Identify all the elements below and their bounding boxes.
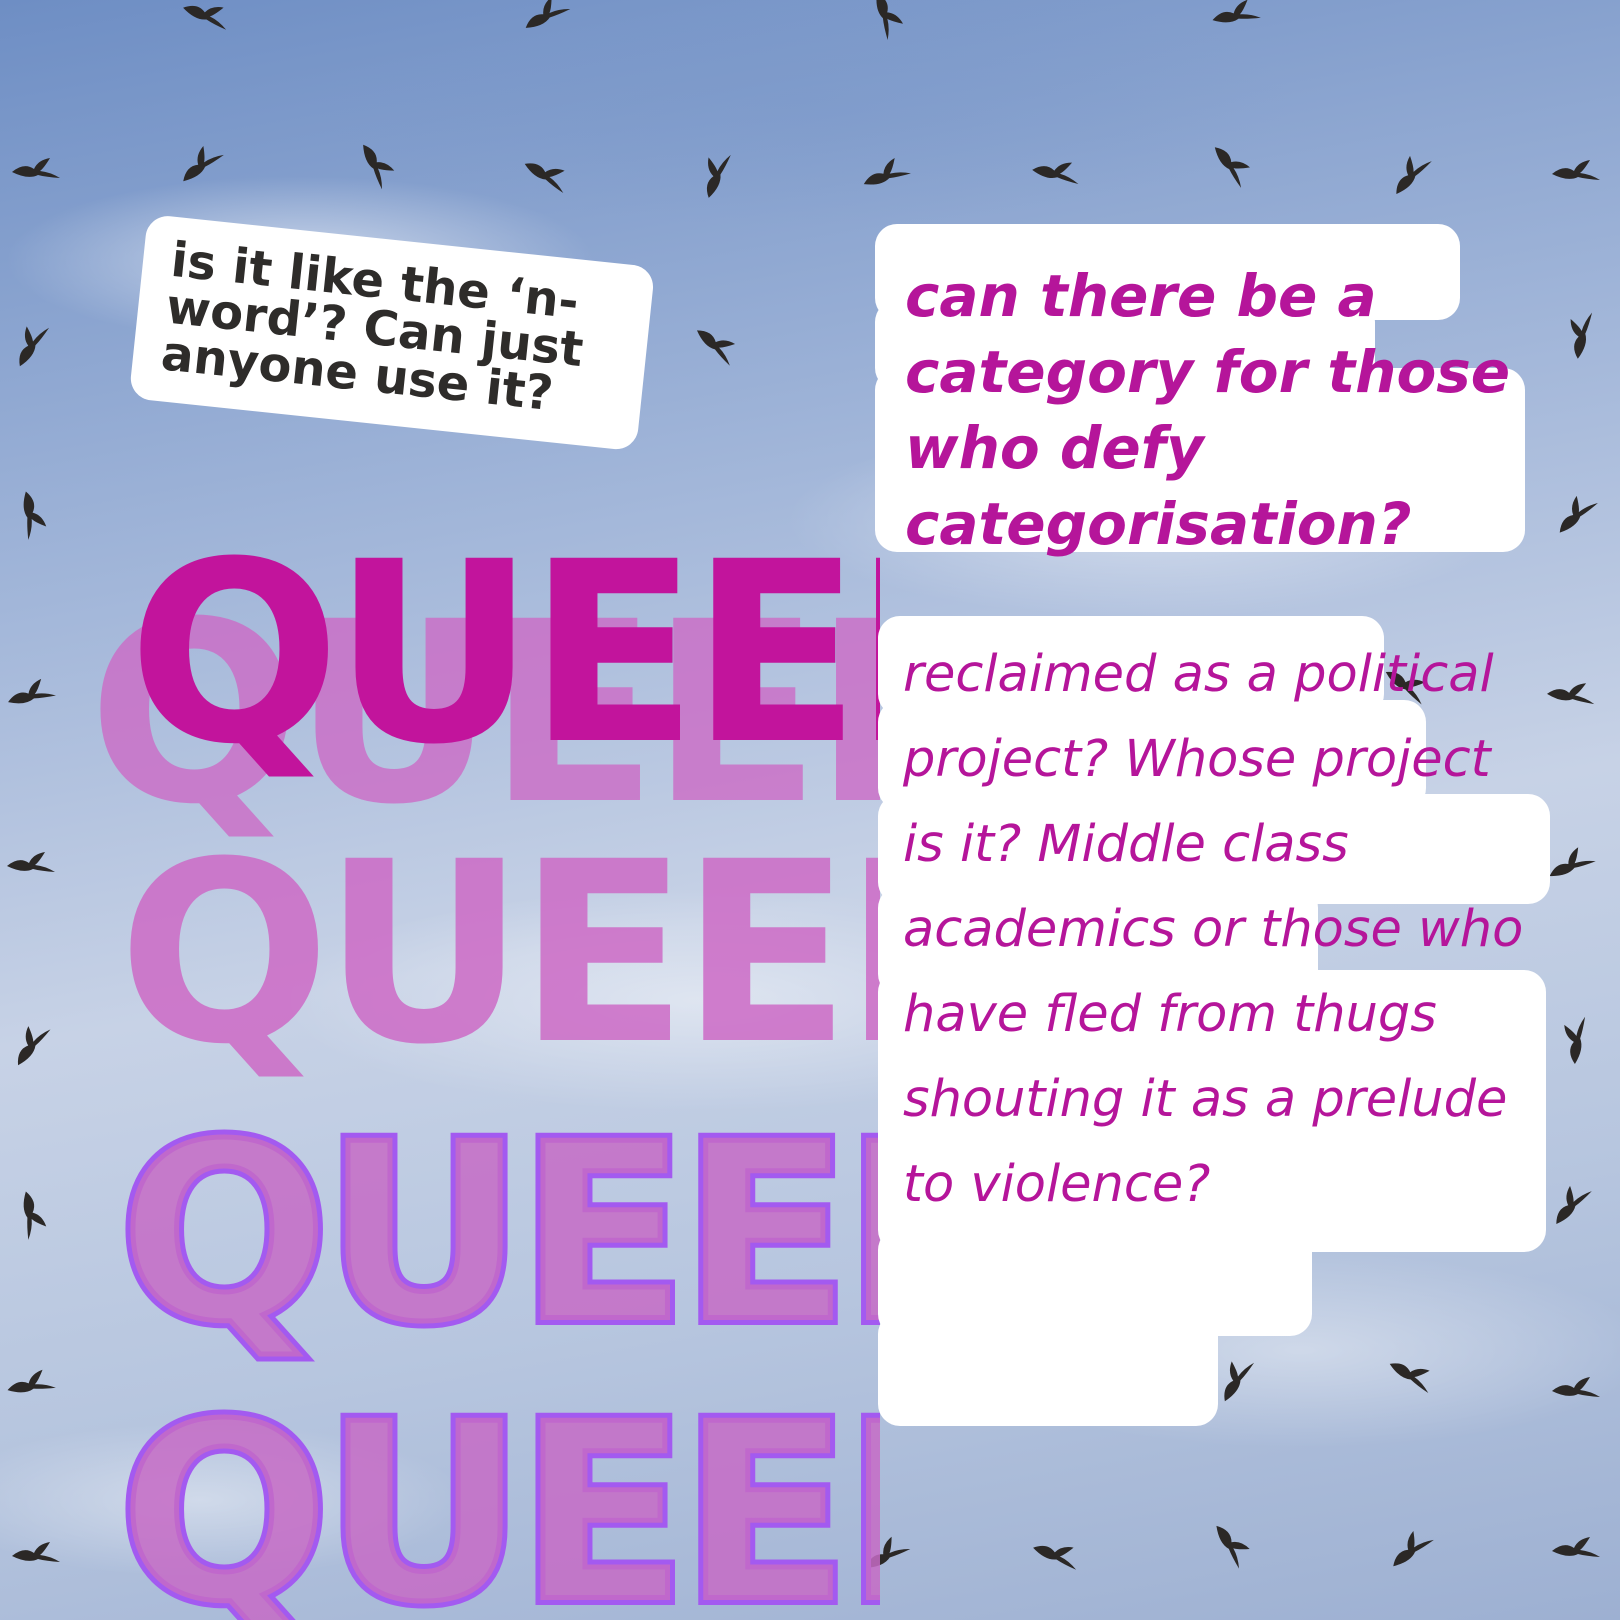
queer-headline: QUEER* [128, 508, 880, 799]
bird-icon [1396, 155, 1432, 195]
sky-background: QUEER* QUEER* QUEER* QUEER* QUEER* is it… [0, 0, 1620, 1620]
bird-icon [1552, 1537, 1600, 1557]
bird-icon [1552, 1377, 1600, 1397]
reclaimed-question-text: reclaimed as a political project? Whose … [903, 645, 1524, 1214]
note-question-text: is it like the ‘n-word’? Can just anyone… [158, 231, 586, 423]
category-question-text: can there be a category for those who de… [905, 262, 1511, 558]
queer-echo-3: QUEER* [118, 1088, 880, 1379]
bird-icon [1556, 1185, 1592, 1225]
bird-icon [1549, 847, 1596, 877]
bird-icon [1559, 495, 1598, 533]
bird-icon [1214, 147, 1250, 188]
queer-echo-4: QUEER* [118, 1368, 880, 1620]
queer-word-stack: QUEER* QUEER* QUEER* QUEER* QUEER* [88, 508, 880, 1620]
bird-icon [1393, 1531, 1434, 1567]
bird-icon [1564, 1016, 1586, 1064]
bird-icon [1552, 160, 1600, 180]
bird-icon [1389, 1363, 1430, 1394]
bird-icon [1570, 312, 1593, 359]
bird-icon [1032, 162, 1079, 185]
reclaimed-bubble-row7 [878, 1312, 1218, 1426]
bird-icon [1212, 0, 1261, 23]
bird-icon [1033, 1545, 1077, 1570]
bird-icon [1547, 683, 1595, 705]
bird-icon [1216, 1525, 1250, 1569]
